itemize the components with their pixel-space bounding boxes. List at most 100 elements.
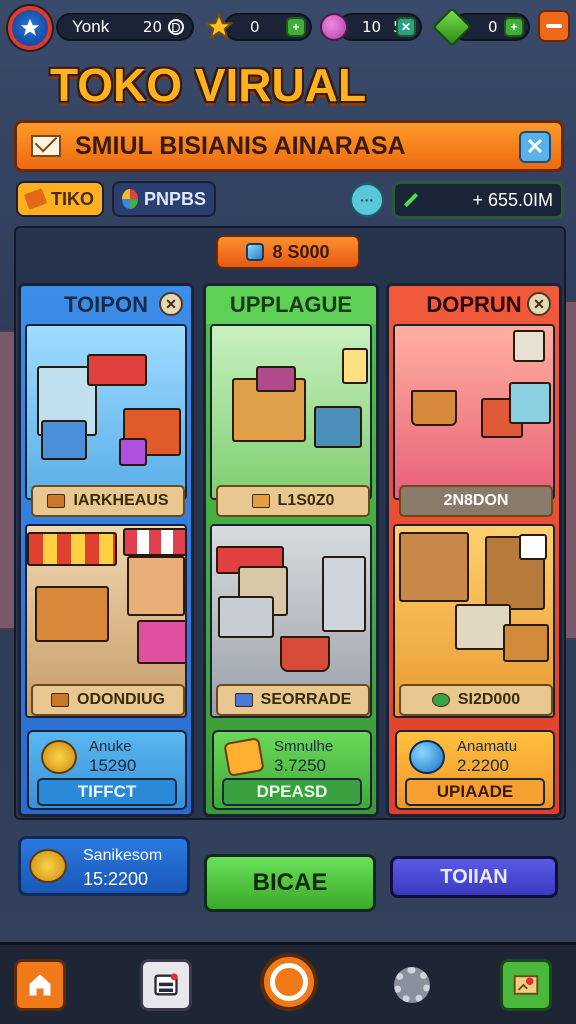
bottom-nav	[0, 942, 576, 1024]
gear-icon	[394, 967, 430, 1003]
bank-value: 15:2200	[83, 869, 149, 889]
player-value-d-icon: D	[168, 19, 184, 35]
tag-icon	[23, 188, 48, 210]
store-column-toko: TOIPON ✕ IARKHEAUS ODONDIUG Anuke 15290 …	[18, 283, 194, 817]
shelf	[399, 532, 469, 602]
shelf	[127, 556, 185, 616]
item-label[interactable]: ODONDIUG	[31, 684, 185, 716]
add-stars-button[interactable]: +	[286, 17, 306, 37]
bank-card[interactable]: Sanikesom 15:2200	[18, 836, 190, 896]
crate-icon	[47, 494, 66, 508]
crate	[41, 420, 87, 460]
potions-pill[interactable]: 10 5 ✕	[320, 13, 422, 41]
close-button[interactable]: ✕	[519, 131, 551, 163]
close-icon: ✕	[525, 134, 545, 159]
column-title: UPPLAGUE	[229, 292, 353, 317]
box-purple	[119, 438, 147, 466]
nav-settings-button[interactable]	[386, 959, 438, 1011]
menu-button[interactable]	[538, 10, 570, 42]
bin	[509, 382, 551, 424]
tab-toko-label: TIKO	[51, 188, 94, 209]
shop-sign	[87, 354, 147, 386]
item-label-text: L1S0Z0	[277, 492, 335, 509]
column-action-button[interactable]: DPEASD	[222, 778, 362, 806]
stars-value: 0	[250, 18, 260, 36]
nav-map-button[interactable]	[500, 959, 552, 1011]
stars-pill[interactable]: 0 +	[204, 12, 312, 41]
player-name: Yonk	[72, 17, 110, 36]
tab-pnpbs-label: PNPBS	[143, 188, 206, 209]
bag-icon	[223, 737, 265, 777]
nav-list-button[interactable]	[140, 959, 192, 1011]
item-label[interactable]: IARKHEAUS	[31, 485, 185, 517]
bag	[256, 366, 296, 392]
awning	[123, 528, 185, 556]
subtitle-text: SMIUL BISIANIS AINARASA	[75, 131, 406, 160]
bin	[314, 406, 362, 448]
subtitle-banner: SMIUL BISIANIS AINARASA ✕	[14, 120, 564, 172]
add-potions-button[interactable]: ✕	[396, 17, 416, 37]
chat-button[interactable]: ···	[350, 183, 384, 217]
gems-pill[interactable]: 0 +	[432, 7, 530, 47]
top-bar: Yonk 20 D 0 + 10 5 ✕ 0 +	[0, 0, 576, 54]
player-pill[interactable]: Yonk 20 D	[56, 13, 194, 41]
fridge	[322, 556, 366, 632]
pencil-icon	[403, 192, 419, 208]
column-action-button[interactable]: UPIAADE	[405, 778, 545, 806]
column-info: Anuke 15290 TIFFCT	[27, 730, 187, 810]
money-value: + 655.0IM	[472, 189, 553, 210]
poster	[513, 330, 545, 362]
info-value: 2.2200	[457, 756, 509, 775]
close-icon[interactable]: ✕	[527, 292, 551, 316]
tab-toko[interactable]: TIKO	[16, 181, 104, 217]
bin	[137, 620, 185, 664]
carts-scene-illustration	[393, 324, 555, 500]
info-value: 15290	[89, 756, 137, 775]
item-label-text: SI2D000	[457, 691, 521, 708]
info-name: Anamatu	[457, 738, 518, 755]
ball-icon	[431, 693, 450, 707]
shop-scene-illustration	[25, 324, 187, 500]
item-label[interactable]: 2N8DON	[399, 485, 553, 517]
nav-center-button[interactable]	[260, 953, 318, 1011]
gem-icon	[432, 7, 472, 47]
page-title: TOKO VIRUAL	[50, 59, 367, 111]
item-label-text: 2N8DON	[443, 492, 509, 509]
nav-home-button[interactable]	[14, 959, 66, 1011]
column-header: TOIPON ✕	[21, 286, 191, 324]
upgrade-scene-illustration	[210, 324, 372, 500]
counter	[218, 596, 274, 638]
cost-badge[interactable]: 8 S000	[216, 235, 360, 269]
green-action-button[interactable]: BICAE	[204, 854, 376, 912]
column-header: UPPLAGUE	[206, 286, 376, 324]
envelope-icon[interactable]	[31, 135, 61, 157]
column-title: TOIPON	[64, 292, 148, 317]
player-avatar[interactable]	[8, 6, 52, 50]
item-label-text: SEORRADE	[260, 691, 352, 708]
gems-value: 0	[488, 18, 498, 36]
tab-pnpbs[interactable]: PNPBS	[112, 181, 216, 217]
column-header: DOPRUN ✕	[389, 286, 559, 324]
money-display[interactable]: + 655.0IM	[392, 181, 564, 219]
crate	[503, 624, 549, 662]
list-icon	[154, 973, 178, 996]
add-gems-button[interactable]: +	[504, 17, 524, 37]
close-icon[interactable]: ✕	[159, 292, 183, 316]
item-label[interactable]: SI2D000	[399, 684, 553, 716]
purple-action-button[interactable]: TOIIAN	[390, 856, 558, 898]
player-value: 20	[142, 18, 162, 36]
column-title: DOPRUN	[426, 292, 522, 317]
item-label[interactable]: L1S0Z0	[216, 485, 370, 517]
awning	[27, 532, 117, 566]
register-icon	[234, 693, 253, 707]
column-action-button[interactable]: TIFFCT	[37, 778, 177, 806]
potion-icon	[320, 13, 348, 41]
item-label-text: IARKHEAUS	[73, 492, 169, 509]
star-icon	[20, 18, 40, 36]
item-label[interactable]: SEORRADE	[216, 684, 370, 716]
crate-icon	[51, 693, 69, 707]
menu-icon	[546, 24, 562, 28]
ball-icon	[122, 189, 138, 209]
info-value: 3.7250	[274, 756, 326, 775]
info-name: Anuke	[89, 738, 132, 755]
